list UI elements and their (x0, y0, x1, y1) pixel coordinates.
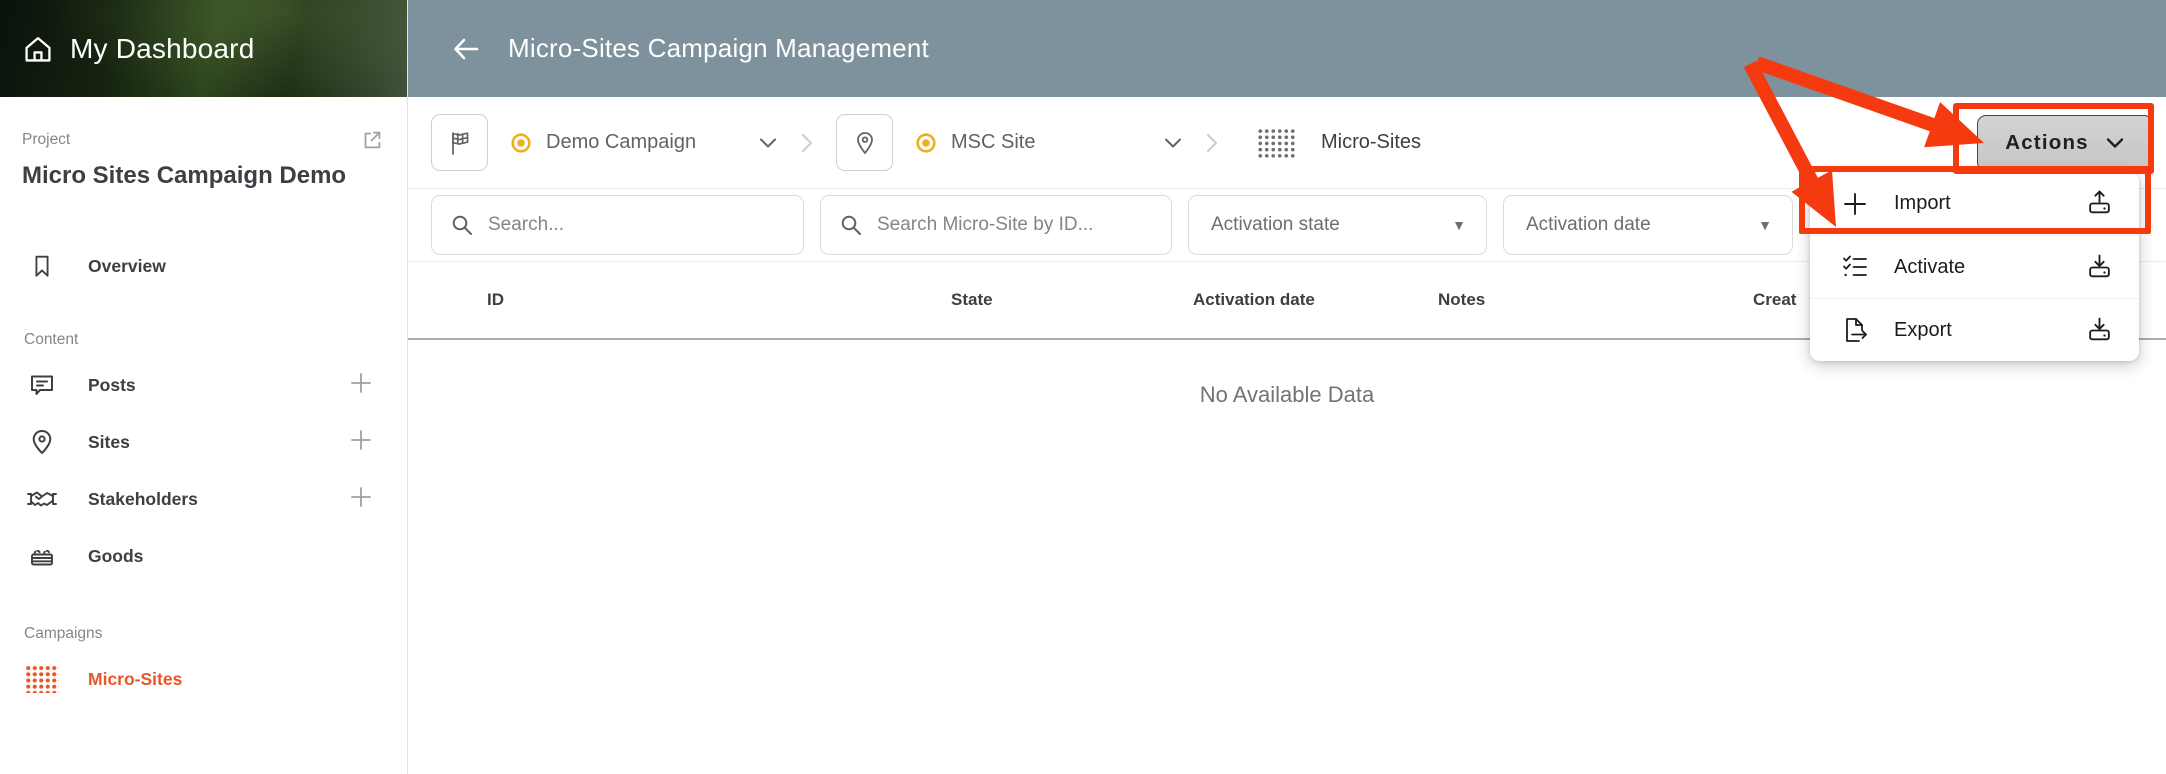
page-title: Micro-Sites Campaign Management (508, 33, 929, 63)
column-header-id: ID (487, 290, 504, 309)
selected-dot-icon (915, 132, 937, 154)
project-label: Project (22, 131, 71, 148)
column-header-activation-date: Activation date (1193, 290, 1315, 309)
grid-dots-icon (24, 665, 60, 694)
sidebar-item-label: Sites (88, 431, 130, 452)
menu-item-label: Activate (1894, 255, 1966, 278)
sidebar-item-sites[interactable]: Sites (0, 414, 407, 471)
search-box (431, 195, 804, 255)
selected-dot-icon (510, 132, 532, 154)
download-icon (2086, 254, 2113, 281)
sidebar-item-overview[interactable]: Overview (0, 238, 407, 295)
activation-date-label: Activation date (1526, 214, 1651, 235)
search-icon (450, 213, 474, 237)
empty-state-message: No Available Data (1199, 382, 1375, 407)
menu-item-activate[interactable]: Activate (1810, 235, 2139, 298)
sidebar-item-label: Overview (88, 255, 166, 276)
sidebar-item-stakeholders[interactable]: Stakeholders (0, 471, 407, 528)
sidebar-item-goods[interactable]: Goods (0, 528, 407, 585)
column-header-state: State (951, 290, 993, 309)
external-link-icon[interactable] (359, 127, 385, 153)
activation-state-filter[interactable]: Activation state ▼ (1188, 195, 1487, 255)
plus-icon (1840, 190, 1870, 218)
dropdown-arrow-icon: ▼ (1758, 217, 1772, 233)
actions-button-label: Actions (2005, 130, 2089, 154)
sidebar-item-label: Micro-Sites (88, 668, 183, 689)
campaign-flag-button[interactable] (431, 114, 488, 171)
actions-button[interactable]: Actions (1977, 114, 2153, 171)
activation-state-label: Activation state (1211, 214, 1340, 235)
sidebar-item-micro-sites[interactable]: Micro-Sites (0, 651, 407, 708)
campaign-selector[interactable]: Demo Campaign (510, 131, 778, 154)
back-button[interactable] (450, 33, 482, 65)
home-icon (25, 36, 51, 62)
download-icon (2086, 317, 2113, 344)
chevron-right-icon (798, 131, 816, 155)
search-icon (839, 213, 863, 237)
chat-bubble-icon (24, 371, 60, 399)
sidebar: My Dashboard Project Micro Sites Campaig… (0, 0, 408, 774)
content-section-label: Content (24, 330, 79, 348)
site-pin-button[interactable] (836, 114, 893, 171)
column-header-notes: Notes (1438, 290, 1486, 309)
grid-dots-icon (1257, 127, 1295, 158)
site-selector-value: MSC Site (951, 131, 1036, 153)
breadcrumb-section-label: Micro-Sites (1321, 131, 1422, 153)
site-selector[interactable]: MSC Site (915, 131, 1183, 154)
map-pin-icon (24, 428, 60, 456)
search-input[interactable] (488, 196, 803, 254)
menu-item-label: Export (1894, 318, 1952, 341)
chevron-down-icon (1163, 136, 1183, 150)
crate-icon (24, 542, 60, 570)
activation-date-filter[interactable]: Activation date ▼ (1503, 195, 1793, 255)
checklist-icon (1840, 254, 1870, 280)
upload-icon (2086, 190, 2113, 217)
add-sites-button[interactable] (349, 428, 373, 457)
dropdown-arrow-icon: ▼ (1452, 217, 1466, 233)
dashboard-home-link[interactable]: My Dashboard (0, 0, 407, 97)
dashboard-title: My Dashboard (70, 32, 255, 64)
chevron-right-icon (1203, 131, 1221, 155)
campaign-selector-value: Demo Campaign (546, 131, 697, 153)
handshake-icon (24, 486, 60, 512)
export-icon (1840, 316, 1870, 344)
chevron-down-icon (758, 136, 778, 150)
project-name: Micro Sites Campaign Demo (22, 162, 347, 189)
bookmark-icon (24, 252, 60, 280)
page-header: Micro-Sites Campaign Management (408, 0, 2166, 97)
add-posts-button[interactable] (349, 371, 373, 400)
column-header-created: Creat (1753, 290, 1797, 309)
campaigns-section-label: Campaigns (24, 624, 103, 642)
map-pin-icon (856, 131, 873, 154)
menu-item-label: Import (1894, 192, 1951, 214)
sidebar-item-label: Goods (88, 545, 144, 566)
actions-menu: Import Activate Export (1810, 172, 2139, 361)
menu-item-import[interactable]: Import (1810, 172, 2139, 235)
flag-icon (451, 131, 468, 155)
add-stakeholders-button[interactable] (349, 485, 373, 514)
sidebar-item-label: Stakeholders (88, 488, 198, 509)
chevron-down-icon (2106, 137, 2123, 148)
id-search-box (820, 195, 1172, 255)
arrow-left-icon (454, 38, 479, 59)
menu-item-export[interactable]: Export (1810, 298, 2139, 361)
sidebar-item-label: Posts (88, 374, 136, 395)
id-search-input[interactable] (877, 196, 1171, 254)
sidebar-item-posts[interactable]: Posts (0, 357, 407, 414)
